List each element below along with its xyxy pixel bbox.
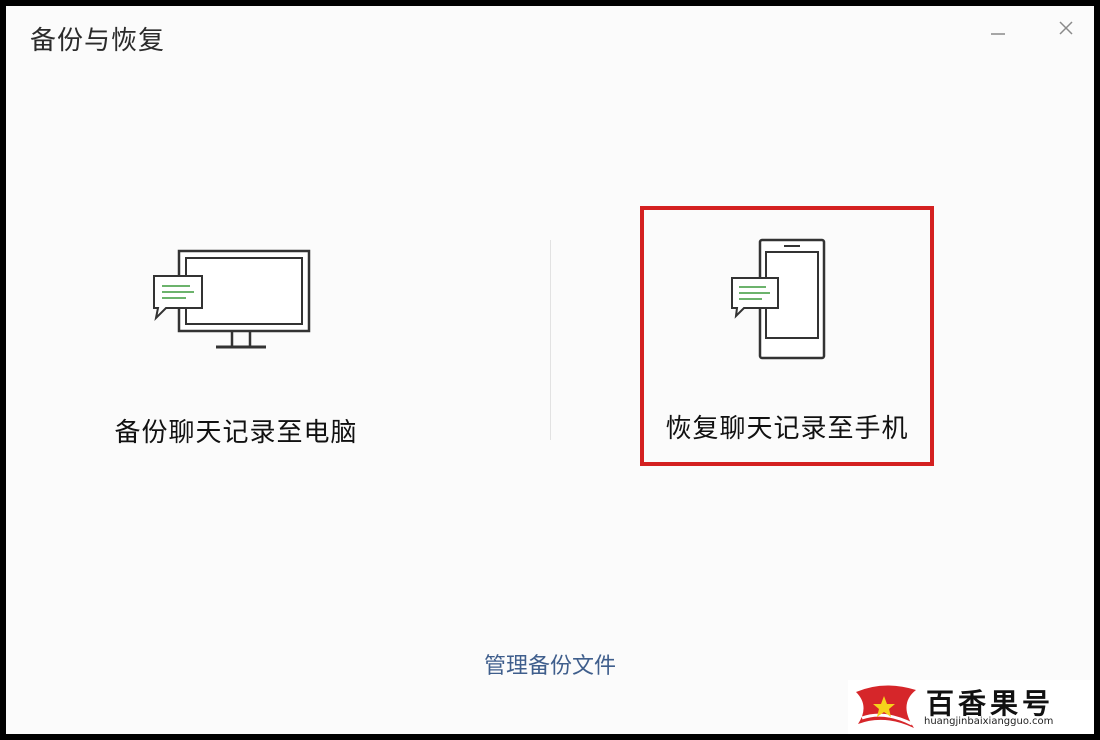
minimize-button[interactable] [980,14,1016,42]
phone-chat-icon [731,238,826,360]
watermark: 百香果号 huangjinbaixiangguo.com [848,680,1094,734]
manage-backup-files-link[interactable]: 管理备份文件 [6,648,1094,680]
watermark-url: huangjinbaixiangguo.com [924,716,1054,727]
minimize-icon [991,33,1005,35]
star-logo [856,685,916,728]
monitor-chat-icon [153,249,311,349]
restore-to-phone-option[interactable]: 恢复聊天记录至手机 [640,206,934,466]
window-title: 备份与恢复 [30,26,166,56]
divider [550,240,551,440]
restore-to-phone-label: 恢复聊天记录至手机 [665,414,909,444]
close-button[interactable] [1048,14,1084,42]
backup-to-pc-label: 备份聊天记录至电脑 [114,418,358,448]
close-icon [1059,21,1073,35]
backup-to-pc-option[interactable]: 备份聊天记录至电脑 [96,226,376,476]
backup-restore-window: 备份与恢复 备份聊天记录至电脑 恢复聊天记录至手机 管理备份文件 [6,6,1094,734]
